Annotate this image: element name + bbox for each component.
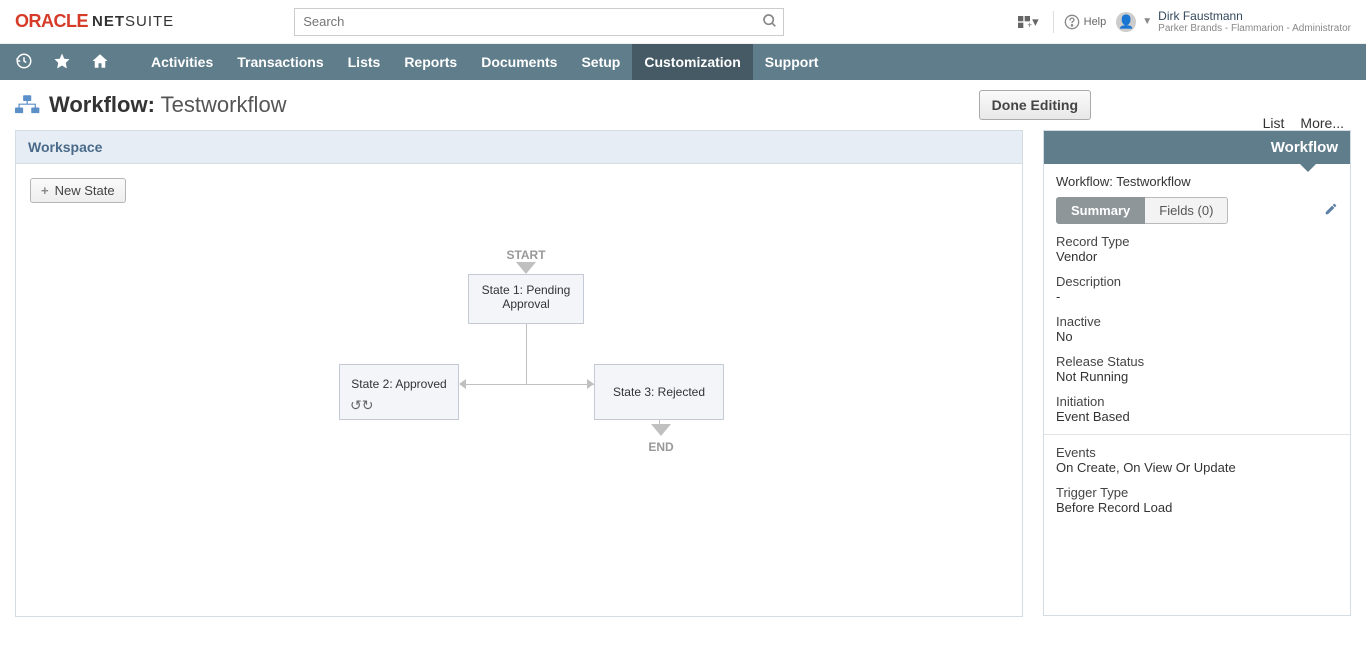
- description-label: Description: [1056, 274, 1338, 289]
- sidepanel-title: Workflow: Testworkflow: [1056, 174, 1338, 189]
- done-editing-button[interactable]: Done Editing: [979, 90, 1091, 120]
- more-link[interactable]: More...: [1300, 115, 1344, 131]
- workflow-icon: [15, 94, 41, 116]
- avatar-icon: 👤: [1116, 12, 1136, 32]
- initiation-label: Initiation: [1056, 394, 1338, 409]
- release-status-value: Not Running: [1056, 369, 1338, 384]
- home-icon[interactable]: [91, 52, 109, 73]
- create-new-icon[interactable]: + ▾: [1012, 10, 1043, 34]
- search-input[interactable]: [294, 8, 784, 36]
- divider: [1053, 11, 1054, 33]
- page-title: Workflow: Testworkflow: [49, 92, 287, 118]
- events-label: Events: [1056, 445, 1338, 460]
- history-icon[interactable]: [15, 52, 33, 73]
- record-type-label: Record Type: [1056, 234, 1338, 249]
- workflow-details-panel: Workflow Workflow: Testworkflow Summary …: [1043, 130, 1351, 616]
- arrow-right-icon: [587, 379, 594, 389]
- logo-oracle-text: ORACLE: [15, 11, 88, 32]
- nav-support[interactable]: Support: [753, 44, 831, 80]
- sidepanel-header: Workflow: [1044, 131, 1350, 164]
- state-approved[interactable]: State 2: Approved ↺↻: [339, 364, 459, 420]
- tab-summary[interactable]: Summary: [1056, 197, 1145, 224]
- description-value: -: [1056, 289, 1338, 304]
- nav-lists[interactable]: Lists: [336, 44, 393, 80]
- tab-fields[interactable]: Fields (0): [1145, 197, 1228, 224]
- user-role: Parker Brands - Flammarion - Administrat…: [1158, 23, 1351, 34]
- help-link[interactable]: Help: [1064, 14, 1107, 30]
- nav-setup[interactable]: Setup: [569, 44, 632, 80]
- workspace-panel: Workspace + New State START State 1: Pen…: [15, 130, 1023, 617]
- new-state-button[interactable]: + New State: [30, 178, 126, 203]
- connector: [466, 384, 594, 385]
- nav-documents[interactable]: Documents: [469, 44, 569, 80]
- record-type-value: Vendor: [1056, 249, 1338, 264]
- plus-icon: +: [41, 183, 49, 198]
- connector: [526, 324, 527, 384]
- trigger-type-value: Before Record Load: [1056, 500, 1338, 515]
- favorites-icon[interactable]: [53, 52, 71, 73]
- user-name: Dirk Faustmann: [1158, 9, 1351, 23]
- inactive-value: No: [1056, 329, 1338, 344]
- nav-customization[interactable]: Customization: [632, 44, 752, 80]
- state-rejected[interactable]: State 3: Rejected: [594, 364, 724, 420]
- nav-items: Activities Transactions Lists Reports Do…: [139, 44, 830, 80]
- start-arrow-icon: [516, 262, 536, 274]
- state-pending-approval[interactable]: State 1: Pending Approval: [468, 274, 584, 324]
- nav-transactions[interactable]: Transactions: [225, 44, 335, 80]
- edit-icon[interactable]: [1324, 202, 1338, 219]
- main-navbar: Activities Transactions Lists Reports Do…: [0, 44, 1366, 80]
- workflow-canvas[interactable]: + New State START State 1: Pending Appro…: [16, 164, 1022, 616]
- release-status-label: Release Status: [1056, 354, 1338, 369]
- arrow-left-icon: [459, 379, 466, 389]
- svg-text:+: +: [1027, 20, 1032, 29]
- events-value: On Create, On View Or Update: [1056, 460, 1338, 475]
- help-label: Help: [1084, 16, 1107, 28]
- divider: [1044, 434, 1350, 435]
- search-icon[interactable]: [762, 13, 778, 33]
- chevron-down-icon: ▼: [1142, 16, 1152, 27]
- start-label: START: [496, 248, 556, 262]
- user-menu[interactable]: 👤 ▼ Dirk Faustmann Parker Brands - Flamm…: [1116, 9, 1351, 34]
- nav-activities[interactable]: Activities: [139, 44, 225, 80]
- inactive-label: Inactive: [1056, 314, 1338, 329]
- end-arrow-icon: [651, 424, 671, 436]
- logo-netsuite-text: NETSUITE: [92, 13, 174, 30]
- workspace-header: Workspace: [16, 131, 1022, 164]
- loop-icon: ↺↻: [350, 397, 373, 413]
- trigger-type-label: Trigger Type: [1056, 485, 1338, 500]
- initiation-value: Event Based: [1056, 409, 1338, 424]
- global-search: [294, 8, 784, 36]
- list-link[interactable]: List: [1263, 115, 1285, 131]
- end-label: END: [646, 440, 676, 454]
- nav-reports[interactable]: Reports: [392, 44, 469, 80]
- app-logo: ORACLE NETSUITE: [15, 11, 174, 32]
